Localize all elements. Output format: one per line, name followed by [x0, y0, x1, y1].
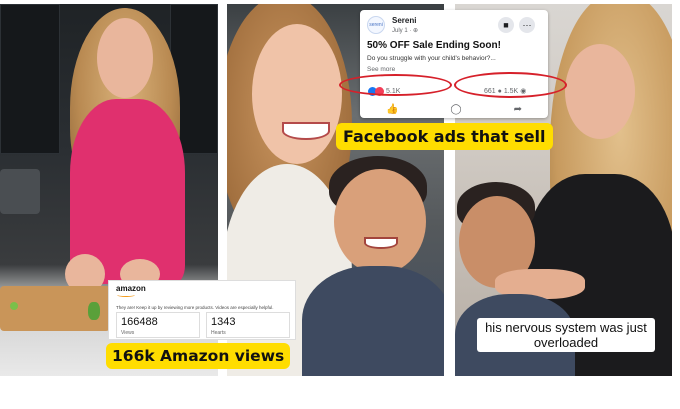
- views-stat: 166488 Views: [116, 312, 200, 338]
- vegetable: [10, 302, 18, 310]
- video-subtitle: his nervous system was just overloaded: [477, 318, 655, 352]
- views-value: 166488: [121, 316, 158, 328]
- amazon-smile-icon: [117, 293, 135, 297]
- child-smile: [364, 237, 398, 249]
- hearts-stat: 1343 Hearts: [206, 312, 290, 338]
- views-label: Views: [121, 330, 135, 336]
- smile: [282, 122, 330, 140]
- ad-body-text: Do you struggle with your child's behavi…: [367, 55, 496, 62]
- action-bar: 👍 ◯ ➦: [360, 104, 548, 115]
- messenger-icon[interactable]: ■: [498, 17, 514, 33]
- person-face: [252, 24, 342, 164]
- kitchen-cabinet: [0, 4, 60, 154]
- page-name[interactable]: Sereni: [392, 16, 416, 25]
- highlight-oval-stats: [454, 72, 567, 98]
- amazon-stats-card: amazon They are! Keep it up by reviewing…: [108, 280, 296, 340]
- caption-facebook-ads: Facebook ads that sell: [336, 123, 553, 150]
- child-shirt: [302, 266, 444, 376]
- amazon-message: They are! Keep it up by reviewing more p…: [116, 305, 274, 310]
- ad-headline: 50% OFF Sale Ending Soon!: [367, 40, 501, 51]
- child-face: [334, 169, 426, 274]
- hearts-label: Hearts: [211, 330, 226, 336]
- globe-icon: ⊕: [413, 28, 419, 34]
- caption-amazon-views: 166k Amazon views: [106, 343, 291, 369]
- like-icon[interactable]: 👍: [386, 104, 398, 115]
- page-logo[interactable]: sereni: [367, 16, 385, 34]
- hearts-value: 1343: [211, 316, 236, 328]
- appliance: [0, 169, 40, 214]
- share-icon[interactable]: ➦: [514, 104, 522, 115]
- highlight-oval-reactions: [339, 74, 452, 96]
- person-face: [97, 18, 153, 98]
- vegetable: [88, 302, 100, 320]
- amazon-logo: amazon: [116, 284, 146, 293]
- post-date: July 1 · ⊕: [392, 28, 419, 34]
- more-icon[interactable]: ⋯: [519, 17, 535, 33]
- see-more-link[interactable]: See more: [367, 66, 395, 73]
- facebook-ad-card: sereni Sereni July 1 · ⊕ ■ ⋯ 50% OFF Sal…: [360, 10, 548, 118]
- person-face: [565, 44, 635, 139]
- comment-icon[interactable]: ◯: [450, 104, 461, 115]
